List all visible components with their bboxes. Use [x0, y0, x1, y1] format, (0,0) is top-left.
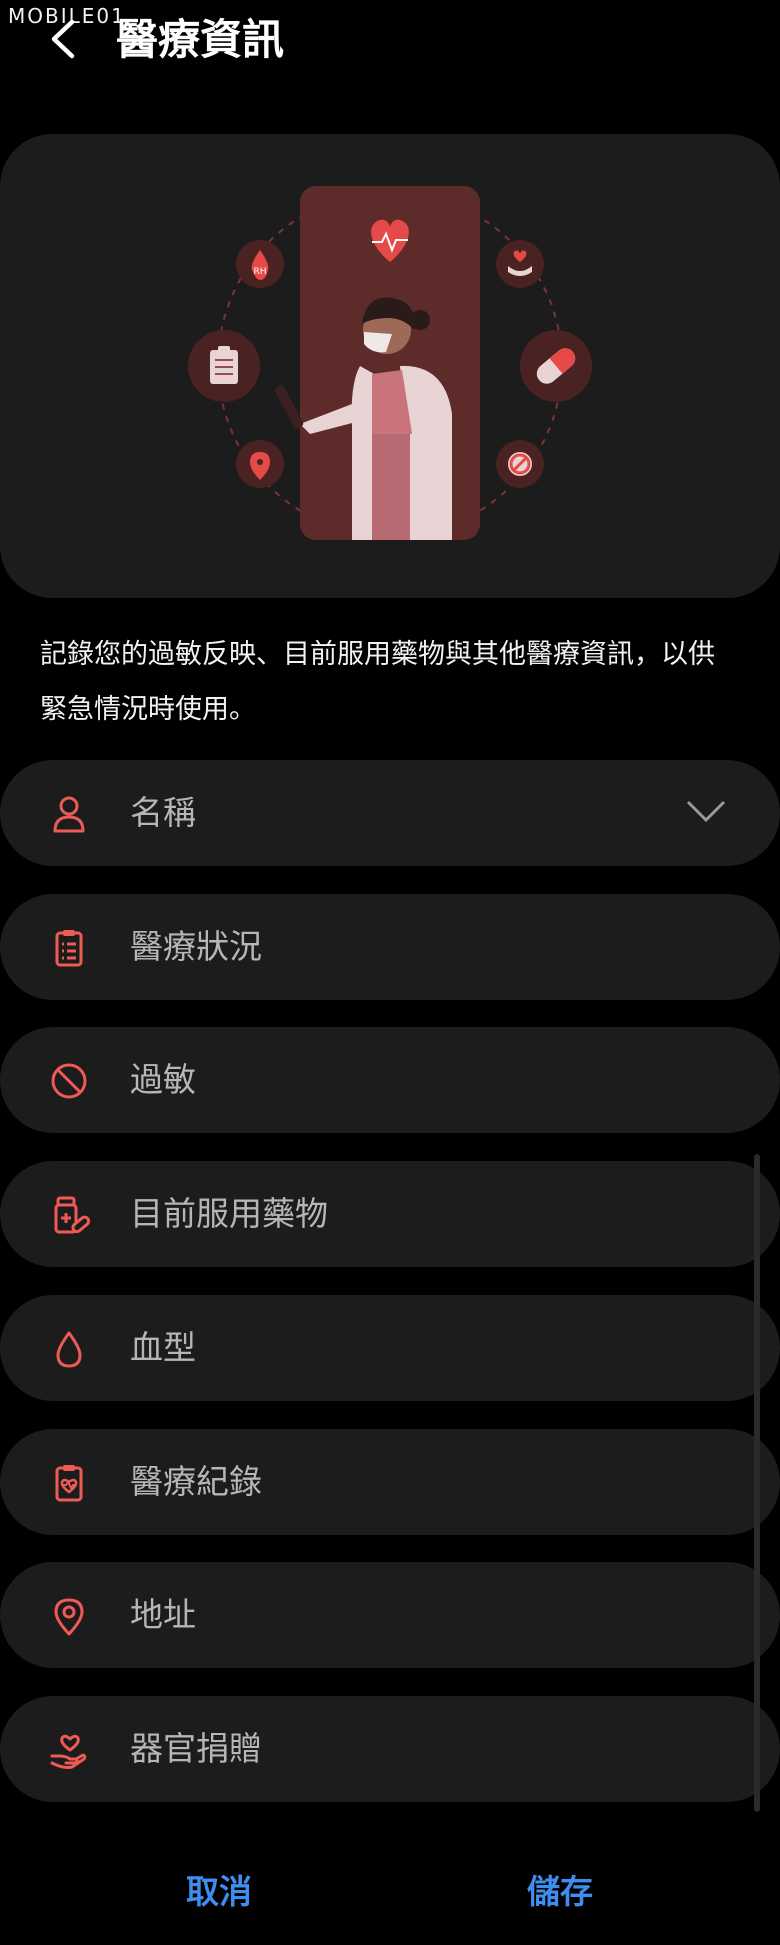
field-label: 地址 — [130, 1595, 196, 1634]
field-blood-type[interactable]: 血型 — [0, 1295, 780, 1401]
save-button[interactable]: 儲存 — [527, 1865, 593, 1913]
clipboard-list-icon — [55, 930, 83, 967]
hero-illustration: RH — [0, 134, 780, 598]
field-medical-records[interactable]: 醫療紀錄 — [0, 1429, 780, 1535]
field-organ-donation[interactable]: 器官捐贈 — [0, 1696, 780, 1802]
medicine-bottle-icon — [54, 1196, 90, 1234]
rh-badge: RH — [253, 267, 266, 277]
field-medical-conditions[interactable]: 醫療狀況 — [0, 894, 780, 1000]
field-label: 器官捐贈 — [130, 1729, 262, 1768]
field-label: 名稱 — [130, 793, 196, 832]
field-label: 醫療紀錄 — [130, 1462, 262, 1501]
field-name[interactable]: 名稱 — [0, 760, 780, 866]
blood-drop-icon — [56, 1331, 82, 1368]
chevron-down-icon[interactable] — [684, 796, 728, 826]
person-icon — [53, 796, 85, 833]
field-allergies[interactable]: 過敏 — [0, 1027, 780, 1133]
location-pin-icon — [54, 1598, 84, 1636]
clipboard-heart-icon — [55, 1465, 83, 1502]
cancel-button[interactable]: 取消 — [186, 1865, 252, 1913]
back-arrow-icon[interactable] — [44, 14, 84, 64]
scrollbar[interactable] — [754, 1154, 760, 1812]
field-current-medications[interactable]: 目前服用藥物 — [0, 1161, 780, 1267]
field-label: 醫療狀況 — [130, 927, 262, 966]
field-label: 目前服用藥物 — [130, 1194, 328, 1233]
hand-heart-icon — [50, 1734, 87, 1769]
description-text: 記錄您的過敏反映、目前服用藥物與其他醫療資訊，以供緊急情況時使用。 — [40, 639, 715, 725]
field-address[interactable]: 地址 — [0, 1562, 780, 1668]
field-label: 過敏 — [130, 1060, 196, 1099]
prohibited-icon — [51, 1063, 87, 1099]
page-title: 醫療資訊 — [116, 15, 285, 64]
field-label: 血型 — [130, 1328, 196, 1367]
